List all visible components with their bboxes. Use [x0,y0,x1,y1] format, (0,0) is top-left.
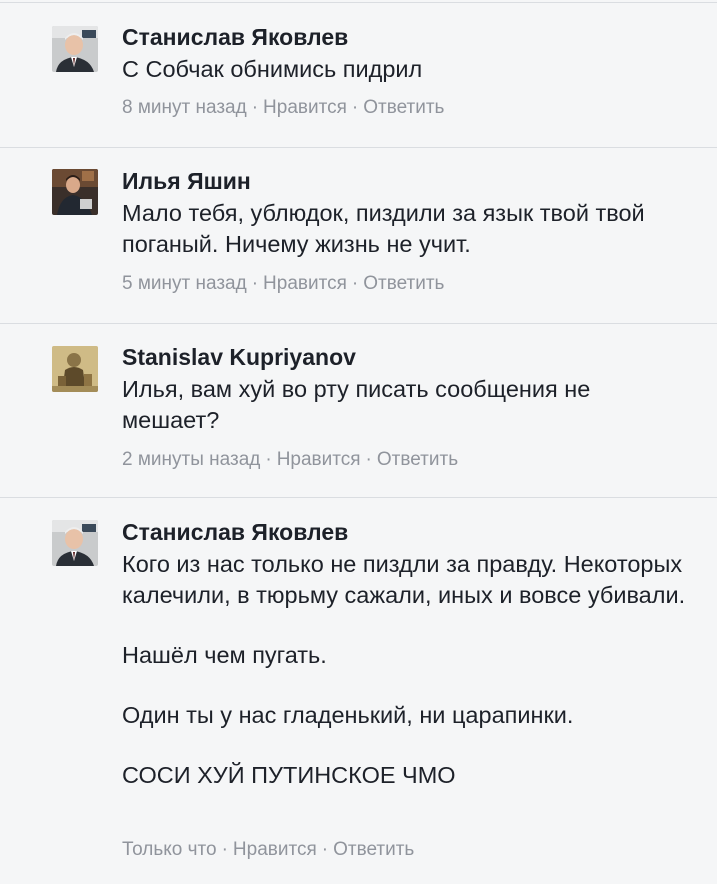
comment-timestamp[interactable]: 2 минуты назад [122,449,260,470]
avatar-man-dark-icon [52,169,98,215]
comment-paragraph: Мало тебя, ублюдок, пиздили за язык твой… [122,200,645,257]
comment-paragraph: Один ты у нас гладенький, ни царапинки. [122,702,574,728]
meta-separator: · [251,97,259,118]
comment-paragraph: Илья, вам хуй во рту писать сообщения не… [122,376,591,433]
like-button[interactable]: Нравится [263,273,347,294]
meta-separator: · [251,273,259,294]
meta-separator: · [221,839,228,860]
meta-separator: · [351,97,359,118]
comment-meta: Только что · Нравится · Ответить [122,838,414,862]
reply-button[interactable]: Ответить [333,839,414,860]
like-button[interactable]: Нравится [277,449,361,470]
comment-author[interactable]: Станислав Яковлев [122,23,348,51]
comment-text: Кого из нас только не пиздли за правду. … [122,549,692,791]
meta-separator: · [351,273,359,294]
comment-text: С Собчак обнимись пидрил [122,54,692,85]
comment-text: Мало тебя, ублюдок, пиздили за язык твой… [122,198,692,260]
comment-paragraph: Кого из нас только не пиздли за правду. … [122,551,686,608]
comment-paragraph: С Собчак обнимись пидрил [122,56,423,82]
meta-separator: · [265,449,272,470]
avatar[interactable] [52,26,98,72]
avatar[interactable] [52,346,98,392]
avatar[interactable] [52,520,98,566]
comment-author[interactable]: Stanislav Kupriyanov [122,343,356,371]
like-button[interactable]: Нравится [233,839,317,860]
avatar-sepia-photo-icon [52,346,98,392]
comment-timestamp[interactable]: Только что [122,839,217,860]
reply-button[interactable]: Ответить [363,273,444,294]
avatar-man-suit-icon [52,520,98,566]
comment-meta: 2 минуты назад · Нравится · Ответить [122,448,458,472]
comment-divider [0,147,717,148]
reply-button[interactable]: Ответить [363,97,444,118]
comment-timestamp[interactable]: 8 минут назад [122,97,247,118]
comment-divider [0,497,717,498]
meta-separator: · [365,449,372,470]
avatar[interactable] [52,169,98,215]
comment-paragraph: СОСИ ХУЙ ПУТИНСКОЕ ЧМО [122,762,456,788]
comment-author[interactable]: Станислав Яковлев [122,518,348,546]
comment-divider [0,2,717,3]
comment-author[interactable]: Илья Яшин [122,167,251,195]
comment-meta: 5 минут назад · Нравится · Ответить [122,272,444,296]
like-button[interactable]: Нравится [263,97,347,118]
comment-paragraph: Нашёл чем пугать. [122,642,327,668]
comment-divider [0,323,717,324]
meta-separator: · [321,839,329,860]
comment-timestamp[interactable]: 5 минут назад [122,273,247,294]
comment-text: Илья, вам хуй во рту писать сообщения не… [122,374,692,436]
reply-button[interactable]: Ответить [377,449,458,470]
comment-meta: 8 минут назад · Нравится · Ответить [122,96,444,120]
avatar-man-suit-icon [52,26,98,72]
